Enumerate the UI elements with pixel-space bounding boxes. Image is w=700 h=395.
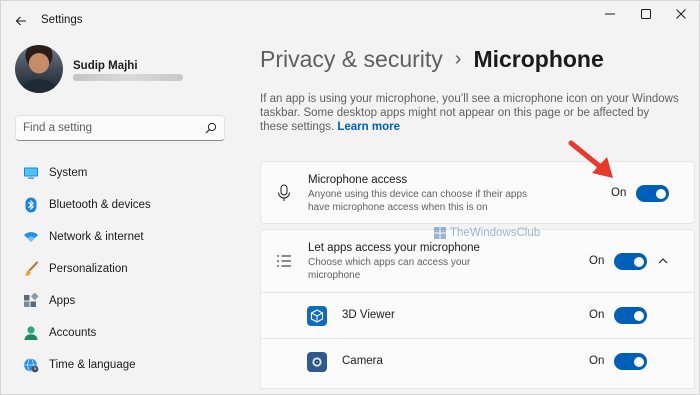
app-row-camera: Camera On [260,339,695,389]
learn-more-link[interactable]: Learn more [337,121,400,133]
microphone-access-toggle[interactable] [636,185,669,202]
microphone-access-title: Microphone access [308,174,408,186]
main-content: Privacy & security › Microphone If an ap… [259,1,700,395]
cube-icon [307,306,327,326]
let-apps-access-card[interactable]: Let apps access your microphone Choose w… [260,229,695,293]
app-name: 3D Viewer [342,309,395,321]
sidebar-item-network-internet[interactable]: Network & internet [15,221,235,253]
user-email-blurred [73,74,183,81]
breadcrumb-parent[interactable]: Privacy & security [260,46,443,73]
sidebar-item-label: Apps [49,295,76,307]
microphone-access-state: On [611,187,627,199]
list-icon [275,252,293,270]
person-icon [23,325,39,341]
microphone-access-card: Microphone access Anyone using this devi… [260,161,695,224]
search-input[interactable] [23,120,203,136]
sidebar-item-accounts[interactable]: Accounts [15,317,235,349]
breadcrumb: Privacy & security › Microphone [260,46,604,73]
window-title: Settings [41,14,83,26]
search-box[interactable] [15,115,225,141]
search-icon[interactable] [205,122,217,134]
let-apps-state: On [589,255,605,267]
apps-grid-icon [23,293,39,309]
app-state: On [589,309,605,321]
app-name: Camera [342,355,383,367]
camera-toggle[interactable] [614,353,647,370]
sidebar-item-label: Personalization [49,263,128,275]
microphone-access-subtitle: Anyone using this device can choose if t… [308,189,528,213]
wifi-icon [23,229,39,245]
sidebar-item-label: Network & internet [49,231,144,243]
bluetooth-icon [23,197,39,213]
settings-window: Settings Sudip Majhi System [0,0,700,395]
sidebar-item-label: Accounts [49,327,97,339]
back-button[interactable] [11,11,31,31]
sidebar-item-time-language[interactable]: Time & language [15,349,235,381]
back-arrow-icon [15,16,26,26]
let-apps-toggle[interactable] [614,253,647,270]
let-apps-subtitle: Choose which apps can access your microp… [308,257,471,281]
let-apps-title: Let apps access your microphone [308,242,480,254]
app-state: On [589,355,605,367]
camera-icon [307,352,327,372]
sidebar-item-label: System [49,167,88,179]
sidebar-item-label: Time & language [49,359,136,371]
sidebar-item-system[interactable]: System [15,157,235,189]
app-row-3d-viewer: 3D Viewer On [260,293,695,339]
page-title: Microphone [473,46,604,72]
sidebar-item-label: Bluetooth & devices [49,199,151,211]
chevron-up-icon[interactable] [656,254,670,268]
avatar [15,45,63,93]
3d-viewer-toggle[interactable] [614,307,647,324]
sidebar-item-bluetooth-devices[interactable]: Bluetooth & devices [15,189,235,221]
globe-clock-icon [23,357,39,373]
page-description: If an app is using your microphone, you’… [260,92,680,134]
sidebar-nav: System Bluetooth & devices Network & int… [15,157,235,381]
monitor-icon [23,165,39,181]
microphone-icon [275,184,293,202]
sidebar-item-apps[interactable]: Apps [15,285,235,317]
description-text: If an app is using your microphone, you’… [260,93,679,133]
user-name: Sudip Majhi [73,60,138,72]
sidebar-item-personalization[interactable]: Personalization [15,253,235,285]
breadcrumb-separator: › [454,48,462,70]
paintbrush-icon [23,261,39,277]
